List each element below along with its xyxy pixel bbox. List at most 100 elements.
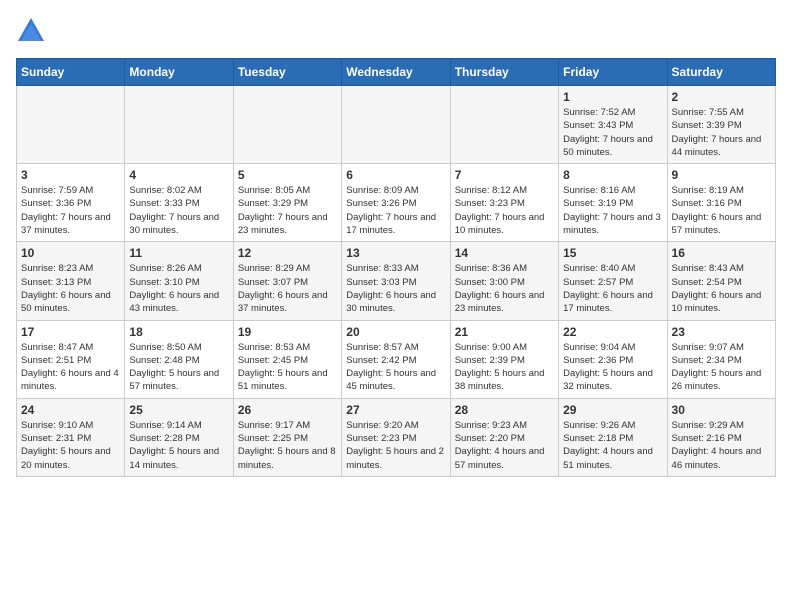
day-number: 11 (129, 246, 228, 260)
day-info: Sunrise: 8:33 AM Sunset: 3:03 PM Dayligh… (346, 262, 445, 315)
week-row-1: 1Sunrise: 7:52 AM Sunset: 3:43 PM Daylig… (17, 86, 776, 164)
day-number: 13 (346, 246, 445, 260)
day-number: 10 (21, 246, 120, 260)
weekday-header-sunday: Sunday (17, 59, 125, 86)
week-row-2: 3 Sunrise: 7:59 AM Sunset: 3:36 PM Daylig… (17, 164, 776, 242)
week-row-4: 17 Sunrise: 8:47 AM Sunset: 2:51 PM Dayli… (17, 320, 776, 398)
day-number: 30 (672, 403, 771, 417)
calendar-cell: 3 Sunrise: 7:59 AM Sunset: 3:36 PM Daylig… (17, 164, 125, 242)
day-info: Sunrise: 8:53 AM Sunset: 2:45 PM Dayligh… (238, 341, 337, 394)
day-info: Sunrise: 9:26 AM Sunset: 2:18 PM Dayligh… (563, 419, 662, 472)
day-number: 1 (563, 90, 662, 104)
week-row-5: 24 Sunrise: 9:10 AM Sunset: 2:31 PM Dayli… (17, 398, 776, 476)
day-number: 18 (129, 325, 228, 339)
day-info: Sunrise: 9:20 AM Sunset: 2:23 PM Dayligh… (346, 419, 445, 472)
weekday-header-row: SundayMondayTuesdayWednesdayThursdayFrid… (17, 59, 776, 86)
calendar-cell: 4 Sunrise: 8:02 AM Sunset: 3:33 PM Daylig… (125, 164, 233, 242)
calendar-cell: 2Sunrise: 7:55 AM Sunset: 3:39 PM Daylig… (667, 86, 775, 164)
calendar-cell: 25 Sunrise: 9:14 AM Sunset: 2:28 PM Dayli… (125, 398, 233, 476)
day-info: Sunrise: 9:07 AM Sunset: 2:34 PM Dayligh… (672, 341, 771, 394)
calendar-cell: 18 Sunrise: 8:50 AM Sunset: 2:48 PM Dayli… (125, 320, 233, 398)
day-number: 5 (238, 168, 337, 182)
calendar-cell: 20 Sunrise: 8:57 AM Sunset: 2:42 PM Dayli… (342, 320, 450, 398)
calendar-table: SundayMondayTuesdayWednesdayThursdayFrid… (16, 58, 776, 477)
day-number: 4 (129, 168, 228, 182)
calendar-cell: 12 Sunrise: 8:29 AM Sunset: 3:07 PM Dayli… (233, 242, 341, 320)
day-number: 27 (346, 403, 445, 417)
day-info: Sunrise: 8:43 AM Sunset: 2:54 PM Dayligh… (672, 262, 771, 315)
day-number: 23 (672, 325, 771, 339)
logo-icon (16, 16, 46, 46)
day-number: 12 (238, 246, 337, 260)
day-info: Sunrise: 9:29 AM Sunset: 2:16 PM Dayligh… (672, 419, 771, 472)
day-number: 9 (672, 168, 771, 182)
calendar-cell: 30 Sunrise: 9:29 AM Sunset: 2:16 PM Dayli… (667, 398, 775, 476)
day-number: 2 (672, 90, 771, 104)
day-number: 6 (346, 168, 445, 182)
calendar-cell: 16 Sunrise: 8:43 AM Sunset: 2:54 PM Dayli… (667, 242, 775, 320)
calendar-cell (342, 86, 450, 164)
day-info: Sunrise: 8:36 AM Sunset: 3:00 PM Dayligh… (455, 262, 554, 315)
calendar-cell: 11 Sunrise: 8:26 AM Sunset: 3:10 PM Dayli… (125, 242, 233, 320)
calendar-cell (233, 86, 341, 164)
calendar-cell: 19 Sunrise: 8:53 AM Sunset: 2:45 PM Dayli… (233, 320, 341, 398)
calendar-cell: 7 Sunrise: 8:12 AM Sunset: 3:23 PM Daylig… (450, 164, 558, 242)
day-number: 22 (563, 325, 662, 339)
day-info: Sunrise: 8:40 AM Sunset: 2:57 PM Dayligh… (563, 262, 662, 315)
day-number: 8 (563, 168, 662, 182)
calendar-cell: 10 Sunrise: 8:23 AM Sunset: 3:13 PM Dayli… (17, 242, 125, 320)
day-number: 16 (672, 246, 771, 260)
day-info: Sunrise: 8:09 AM Sunset: 3:26 PM Dayligh… (346, 184, 445, 237)
calendar-cell: 8Sunrise: 8:16 AM Sunset: 3:19 PM Daylig… (559, 164, 667, 242)
day-number: 25 (129, 403, 228, 417)
calendar-cell: 21 Sunrise: 9:00 AM Sunset: 2:39 PM Dayli… (450, 320, 558, 398)
calendar-cell: 24 Sunrise: 9:10 AM Sunset: 2:31 PM Dayli… (17, 398, 125, 476)
calendar-cell: 28Sunrise: 9:23 AM Sunset: 2:20 PM Dayli… (450, 398, 558, 476)
calendar-cell: 26 Sunrise: 9:17 AM Sunset: 2:25 PM Dayli… (233, 398, 341, 476)
calendar-cell: 17 Sunrise: 8:47 AM Sunset: 2:51 PM Dayli… (17, 320, 125, 398)
day-number: 14 (455, 246, 554, 260)
day-number: 20 (346, 325, 445, 339)
day-number: 21 (455, 325, 554, 339)
calendar-cell: 23 Sunrise: 9:07 AM Sunset: 2:34 PM Dayli… (667, 320, 775, 398)
day-number: 7 (455, 168, 554, 182)
day-info: Sunrise: 9:04 AM Sunset: 2:36 PM Dayligh… (563, 341, 662, 394)
weekday-header-saturday: Saturday (667, 59, 775, 86)
calendar-cell: 6 Sunrise: 8:09 AM Sunset: 3:26 PM Daylig… (342, 164, 450, 242)
calendar-cell: 14 Sunrise: 8:36 AM Sunset: 3:00 PM Dayli… (450, 242, 558, 320)
day-number: 17 (21, 325, 120, 339)
calendar-cell: 15 Sunrise: 8:40 AM Sunset: 2:57 PM Dayli… (559, 242, 667, 320)
page-header (16, 16, 776, 46)
day-number: 29 (563, 403, 662, 417)
day-info: Sunrise: 8:57 AM Sunset: 2:42 PM Dayligh… (346, 341, 445, 394)
calendar-cell: 1Sunrise: 7:52 AM Sunset: 3:43 PM Daylig… (559, 86, 667, 164)
calendar-cell: 22 Sunrise: 9:04 AM Sunset: 2:36 PM Dayli… (559, 320, 667, 398)
day-info: Sunrise: 9:14 AM Sunset: 2:28 PM Dayligh… (129, 419, 228, 472)
calendar-cell: 5 Sunrise: 8:05 AM Sunset: 3:29 PM Daylig… (233, 164, 341, 242)
day-info: Sunrise: 9:17 AM Sunset: 2:25 PM Dayligh… (238, 419, 337, 472)
day-info: Sunrise: 8:47 AM Sunset: 2:51 PM Dayligh… (21, 341, 120, 394)
day-info: Sunrise: 9:10 AM Sunset: 2:31 PM Dayligh… (21, 419, 120, 472)
day-info: Sunrise: 8:02 AM Sunset: 3:33 PM Dayligh… (129, 184, 228, 237)
day-info: Sunrise: 8:29 AM Sunset: 3:07 PM Dayligh… (238, 262, 337, 315)
day-info: Sunrise: 9:23 AM Sunset: 2:20 PM Dayligh… (455, 419, 554, 472)
day-number: 24 (21, 403, 120, 417)
weekday-header-friday: Friday (559, 59, 667, 86)
day-info: Sunrise: 8:26 AM Sunset: 3:10 PM Dayligh… (129, 262, 228, 315)
calendar-cell: 29 Sunrise: 9:26 AM Sunset: 2:18 PM Dayli… (559, 398, 667, 476)
day-number: 15 (563, 246, 662, 260)
weekday-header-tuesday: Tuesday (233, 59, 341, 86)
day-info: Sunrise: 7:59 AM Sunset: 3:36 PM Dayligh… (21, 184, 120, 237)
day-info: Sunrise: 9:00 AM Sunset: 2:39 PM Dayligh… (455, 341, 554, 394)
weekday-header-wednesday: Wednesday (342, 59, 450, 86)
logo (16, 16, 50, 46)
weekday-header-thursday: Thursday (450, 59, 558, 86)
calendar-cell (125, 86, 233, 164)
day-number: 26 (238, 403, 337, 417)
day-number: 3 (21, 168, 120, 182)
day-info: Sunrise: 8:23 AM Sunset: 3:13 PM Dayligh… (21, 262, 120, 315)
day-info: Sunrise: 8:50 AM Sunset: 2:48 PM Dayligh… (129, 341, 228, 394)
day-number: 19 (238, 325, 337, 339)
day-info: Sunrise: 8:12 AM Sunset: 3:23 PM Dayligh… (455, 184, 554, 237)
day-info: Sunrise: 8:05 AM Sunset: 3:29 PM Dayligh… (238, 184, 337, 237)
